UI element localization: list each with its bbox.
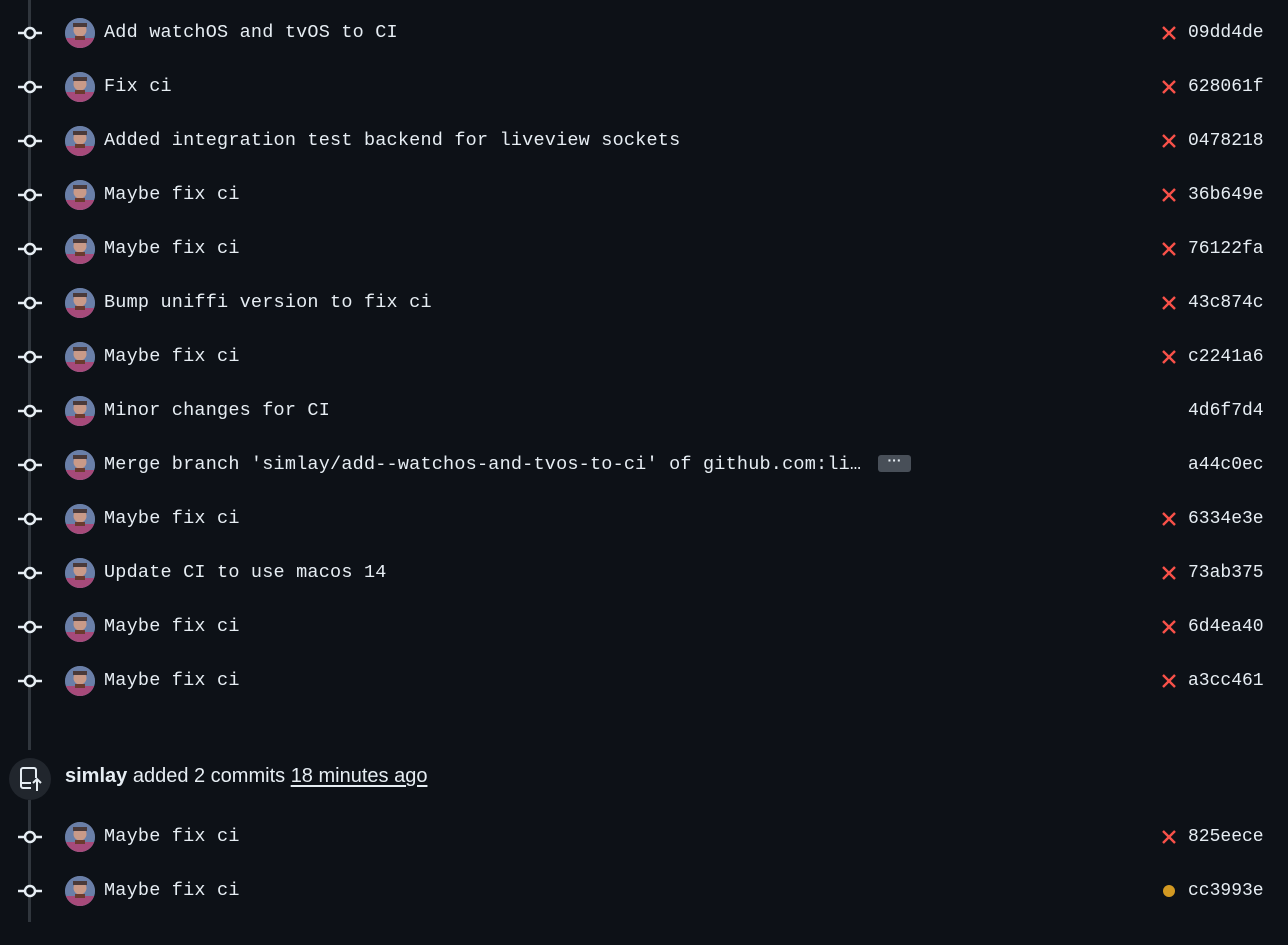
- git-commit-icon: [16, 24, 44, 42]
- x-icon[interactable]: [1161, 295, 1177, 311]
- commit-message-link[interactable]: Add watchOS and tvOS to CI: [104, 22, 398, 44]
- commit-row: Maybe fix ci cc3993e: [0, 876, 1288, 945]
- git-commit-icon: [16, 828, 44, 846]
- commit-sha-link[interactable]: 09dd4de: [1188, 22, 1264, 44]
- commit-sha-link[interactable]: 825eece: [1188, 826, 1264, 848]
- push-event-text: simlay added 2 commits 18 minutes ago: [65, 764, 427, 788]
- commit-message-link[interactable]: Update CI to use macos 14: [104, 562, 387, 584]
- avatar[interactable]: [65, 504, 95, 534]
- git-commit-icon: [16, 564, 44, 582]
- avatar[interactable]: [65, 450, 95, 480]
- repo-push-icon: [9, 758, 51, 800]
- x-icon[interactable]: [1161, 349, 1177, 365]
- commit-message-link[interactable]: Added integration test backend for livev…: [104, 130, 680, 152]
- commit-sha-link[interactable]: 73ab375: [1188, 562, 1264, 584]
- git-commit-icon: [16, 402, 44, 420]
- author-link[interactable]: simlay: [65, 765, 127, 787]
- commit-message-link[interactable]: Maybe fix ci: [104, 346, 240, 368]
- commit-message-link[interactable]: Fix ci: [104, 76, 172, 98]
- git-commit-icon: [16, 132, 44, 150]
- avatar[interactable]: [65, 558, 95, 588]
- x-icon[interactable]: [1161, 511, 1177, 527]
- commit-row: Add watchOS and tvOS to CI 09dd4de: [0, 18, 1288, 87]
- commit-message-link[interactable]: Maybe fix ci: [104, 880, 240, 902]
- x-icon[interactable]: [1161, 187, 1177, 203]
- avatar[interactable]: [65, 126, 95, 156]
- commit-message-link[interactable]: Bump uniffi version to fix ci: [104, 292, 432, 314]
- commit-sha-link[interactable]: 0478218: [1188, 130, 1264, 152]
- avatar[interactable]: [65, 822, 95, 852]
- x-icon[interactable]: [1161, 241, 1177, 257]
- commit-sha-link[interactable]: 43c874c: [1188, 292, 1264, 314]
- push-event: simlay added 2 commits 18 minutes ago: [0, 755, 1288, 800]
- git-commit-icon: [16, 882, 44, 900]
- avatar[interactable]: [65, 396, 95, 426]
- avatar[interactable]: [65, 18, 95, 48]
- commit-sha-link[interactable]: 628061f: [1188, 76, 1264, 98]
- commit-message-link[interactable]: Maybe fix ci: [104, 184, 240, 206]
- git-commit-icon: [16, 294, 44, 312]
- commit-sha-link[interactable]: 6334e3e: [1188, 508, 1264, 530]
- avatar[interactable]: [65, 612, 95, 642]
- git-commit-icon: [16, 456, 44, 474]
- relative-time-link[interactable]: 18 minutes ago: [291, 765, 428, 787]
- commit-message-link[interactable]: Maybe fix ci: [104, 670, 240, 692]
- commit-message-link[interactable]: Merge branch 'simlay/add--watchos-and-tv…: [104, 454, 864, 476]
- git-commit-icon: [16, 240, 44, 258]
- x-icon[interactable]: [1161, 619, 1177, 635]
- commit-message-link[interactable]: Maybe fix ci: [104, 616, 240, 638]
- avatar[interactable]: [65, 876, 95, 906]
- avatar[interactable]: [65, 72, 95, 102]
- commit-sha-link[interactable]: cc3993e: [1188, 880, 1264, 902]
- avatar[interactable]: [65, 180, 95, 210]
- avatar[interactable]: [65, 288, 95, 318]
- x-icon[interactable]: [1161, 79, 1177, 95]
- commit-sha-link[interactable]: 6d4ea40: [1188, 616, 1264, 638]
- commit-message-link[interactable]: Minor changes for CI: [104, 400, 330, 422]
- commit-sha-link[interactable]: 36b649e: [1188, 184, 1264, 206]
- commit-message-link[interactable]: Maybe fix ci: [104, 508, 240, 530]
- git-commit-icon: [16, 186, 44, 204]
- git-commit-icon: [16, 618, 44, 636]
- commit-sha-link[interactable]: 76122fa: [1188, 238, 1264, 260]
- expand-commit-body-button[interactable]: ···: [878, 453, 911, 472]
- avatar[interactable]: [65, 342, 95, 372]
- commit-sha-link[interactable]: a44c0ec: [1188, 454, 1264, 476]
- x-icon[interactable]: [1161, 133, 1177, 149]
- dot-fill-icon[interactable]: [1161, 883, 1177, 899]
- avatar[interactable]: [65, 666, 95, 696]
- commit-row: Maybe fix ci a3cc461: [0, 666, 1288, 735]
- git-commit-icon: [16, 510, 44, 528]
- git-commit-icon: [16, 78, 44, 96]
- x-icon[interactable]: [1161, 565, 1177, 581]
- commit-sha-link[interactable]: c2241a6: [1188, 346, 1264, 368]
- git-commit-icon: [16, 672, 44, 690]
- push-action: added 2 commits: [132, 765, 286, 787]
- x-icon[interactable]: [1161, 829, 1177, 845]
- avatar[interactable]: [65, 234, 95, 264]
- git-commit-icon: [16, 348, 44, 366]
- x-icon[interactable]: [1161, 25, 1177, 41]
- commit-sha-link[interactable]: 4d6f7d4: [1188, 400, 1264, 422]
- commit-sha-link[interactable]: a3cc461: [1188, 670, 1264, 692]
- commit-message-link[interactable]: Maybe fix ci: [104, 826, 240, 848]
- commit-message-link[interactable]: Maybe fix ci: [104, 238, 240, 260]
- x-icon[interactable]: [1161, 673, 1177, 689]
